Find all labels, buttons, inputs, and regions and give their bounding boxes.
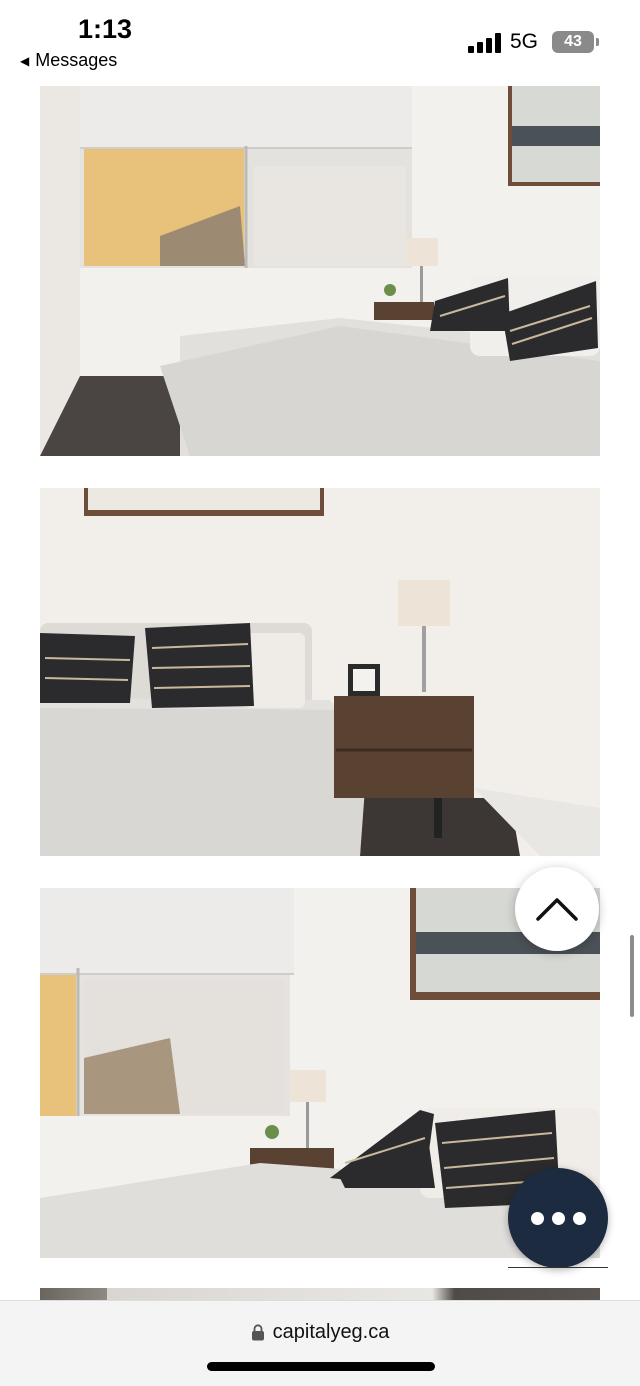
home-indicator[interactable]	[207, 1362, 435, 1371]
back-caret-icon: ◀	[20, 53, 30, 68]
status-time: 1:13	[78, 14, 133, 44]
status-bar: 1:13 ◀ Messages 5G 43	[0, 0, 640, 80]
chevron-up-icon	[536, 898, 578, 921]
battery-icon: 43	[552, 31, 594, 53]
network-type: 5G	[510, 30, 539, 53]
back-to-messages-link[interactable]: ◀ Messages	[20, 50, 117, 71]
lock-icon	[251, 1324, 264, 1341]
url-display[interactable]: capitalyeg.ca	[0, 1321, 640, 1344]
browser-url-bar[interactable]: capitalyeg.ca	[0, 1300, 640, 1386]
url-text: capitalyeg.ca	[272, 1321, 390, 1343]
page-scrollbar[interactable]	[630, 935, 634, 1017]
more-actions-button[interactable]	[508, 1168, 608, 1268]
fab-underline	[508, 1267, 608, 1268]
battery-tip	[596, 38, 599, 46]
scroll-to-top-button[interactable]	[515, 867, 599, 951]
more-dots-icon	[530, 1211, 586, 1225]
signal-icon	[468, 33, 501, 53]
bedroom-photo-1[interactable]	[40, 86, 600, 456]
bedroom-photo-2[interactable]	[40, 488, 600, 856]
back-label: Messages	[35, 50, 118, 70]
